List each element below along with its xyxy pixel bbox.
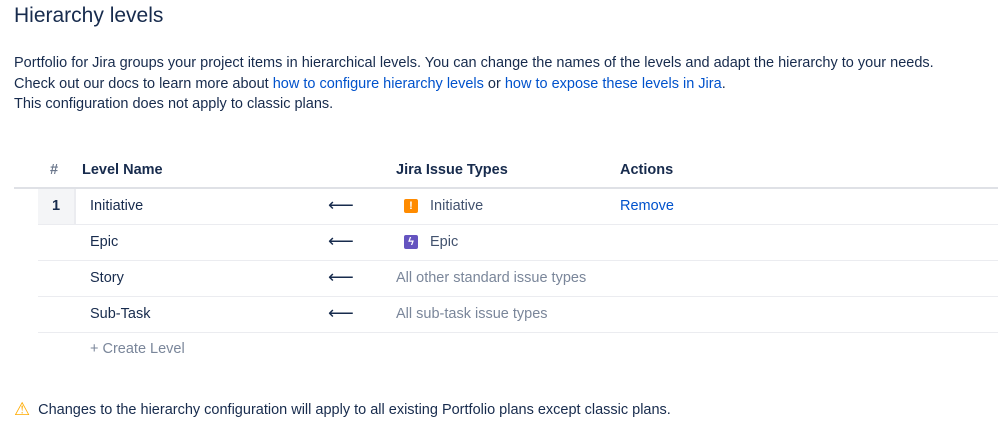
- table-row: 1 Initiative ⟵ ! Initiative Remove: [38, 189, 998, 225]
- level-name[interactable]: Story: [90, 270, 124, 286]
- header-issue-types: Jira Issue Types: [396, 162, 508, 178]
- header-actions: Actions: [620, 162, 674, 178]
- issue-type: All other standard issue types: [396, 270, 587, 286]
- level-name[interactable]: Initiative: [90, 198, 143, 214]
- header-level-name: Level Name: [82, 162, 163, 178]
- create-level-button[interactable]: + Create Level: [90, 341, 185, 357]
- level-name[interactable]: Epic: [90, 234, 118, 250]
- table-row: Epic ⟵ ϟ Epic: [38, 225, 998, 261]
- warning-icon: ⚠: [14, 399, 31, 419]
- description: Portfolio for Jira groups your project i…: [14, 53, 934, 115]
- arrow-left-icon: ⟵: [328, 231, 354, 251]
- desc-line3: This configuration does not apply to cla…: [14, 96, 334, 112]
- warning-text: Changes to the hierarchy configuration w…: [38, 402, 671, 418]
- level-number[interactable]: 1: [38, 189, 76, 224]
- desc-line2: Check out our docs to learn more about h…: [14, 74, 934, 95]
- arrow-left-icon: ⟵: [328, 303, 354, 323]
- expose-levels-link[interactable]: how to expose these levels in Jira: [505, 76, 722, 92]
- warning-message: ⚠ Changes to the hierarchy configuration …: [14, 398, 671, 419]
- arrow-left-icon: ⟵: [328, 267, 354, 287]
- table-row: Story ⟵ All other standard issue types: [38, 261, 998, 297]
- issue-type: Epic: [430, 234, 459, 250]
- header-num: #: [50, 162, 59, 178]
- level-name[interactable]: Sub-Task: [90, 306, 150, 322]
- epic-icon: ϟ: [404, 235, 418, 249]
- text: Check out our docs to learn more about: [14, 75, 273, 92]
- issue-type: Initiative: [430, 198, 484, 214]
- page-title: Hierarchy levels: [14, 4, 164, 27]
- arrow-left-icon: ⟵: [328, 195, 354, 215]
- remove-button[interactable]: Remove: [620, 198, 674, 214]
- initiative-icon: !: [404, 199, 418, 213]
- table-row: Sub-Task ⟵ All sub-task issue types: [38, 297, 998, 333]
- text: or: [483, 75, 505, 92]
- issue-type: All sub-task issue types: [396, 306, 548, 322]
- configure-levels-link[interactable]: how to configure hierarchy levels: [273, 76, 484, 92]
- desc-line1: Portfolio for Jira groups your project i…: [14, 55, 934, 71]
- text: .: [721, 75, 726, 92]
